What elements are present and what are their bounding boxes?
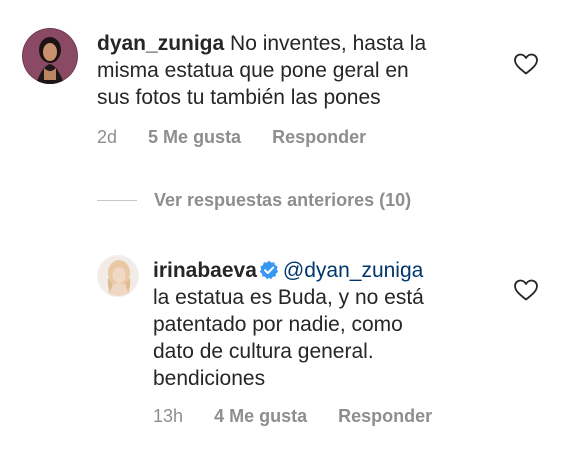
view-previous-replies-button[interactable]: Ver respuestas anteriores (10) [97, 190, 411, 211]
comment-username[interactable]: irinabaeva [153, 259, 257, 282]
comment-text-line: sus fotos tu también las pones [97, 86, 381, 109]
comment-text-line: dato de cultura general. [153, 340, 374, 363]
divider-line [97, 200, 137, 201]
verified-badge-icon [259, 260, 279, 280]
comment-time[interactable]: 13h [153, 406, 183, 426]
comment-meta: 2d 5 Me gusta Responder [97, 127, 366, 148]
mention-link[interactable]: @dyan_zuniga [283, 259, 423, 282]
avatar[interactable] [22, 28, 78, 84]
avatar[interactable] [97, 255, 139, 297]
comment-time[interactable]: 2d [97, 127, 117, 147]
comment-text-line: patentado por nadie, como [153, 313, 403, 336]
reply-button[interactable]: Responder [272, 127, 366, 147]
reply-button[interactable]: Responder [338, 406, 432, 426]
comment-body: dyan_zuniga No inventes, hasta la misma … [97, 30, 426, 111]
view-previous-replies-label: Ver respuestas anteriores (10) [154, 190, 412, 210]
likes-count[interactable]: 4 Me gusta [214, 406, 307, 426]
comment-text-line: misma estatua que pone geral en [97, 59, 409, 82]
heart-icon[interactable] [513, 52, 539, 76]
comment-meta: 13h 4 Me gusta Responder [153, 406, 432, 427]
likes-count[interactable]: 5 Me gusta [148, 127, 241, 147]
comment-username[interactable]: dyan_zuniga [97, 32, 224, 55]
comment-body: irinabaeva @dyan_zuniga la estatua es Bud… [153, 257, 424, 392]
comment-text-line: bendiciones [153, 367, 266, 390]
heart-icon[interactable] [513, 278, 539, 302]
comment-text-line: la estatua es Buda, y no está [153, 286, 424, 309]
comment-text-line: No inventes, hasta la [224, 32, 427, 55]
